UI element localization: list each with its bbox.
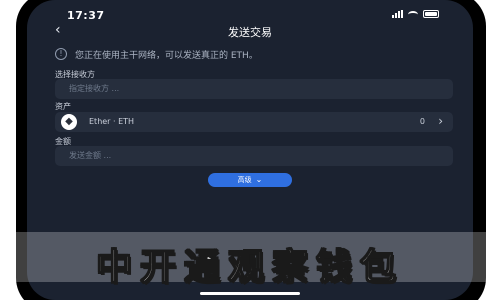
chevron-right-icon: › (438, 114, 443, 128)
wifi-icon (408, 11, 418, 18)
asset-balance: 0 (419, 117, 425, 126)
info-icon: ! (55, 48, 67, 60)
home-indicator (200, 292, 300, 295)
advanced-button[interactable]: 高级 ⌄ (208, 173, 292, 187)
overlay-caption: 中开通观察钱包 (95, 245, 404, 289)
screen-header: ‹ 发送交易 (27, 22, 473, 42)
chevron-down-icon: ⌄ (255, 175, 263, 184)
image-canvas: 17:37 ‹ 发送交易 ! 您正在使用主干网络，可以发送真正的 ETH。 选择… (0, 0, 500, 300)
status-time: 17:37 (67, 9, 105, 22)
asset-selector[interactable]: ◆ Ether · ETH 0 › (55, 112, 453, 132)
recipient-input[interactable]: 指定接收方 ... (55, 79, 453, 99)
battery-icon (423, 10, 439, 18)
battery-fill (425, 12, 437, 16)
notice-text: 您正在使用主干网络，可以发送真正的 ETH。 (75, 50, 258, 61)
amount-input[interactable]: 发送金额 ... (55, 146, 453, 166)
status-icons (392, 10, 439, 18)
advanced-label: 高级 (237, 176, 252, 184)
page-title: 发送交易 (228, 26, 272, 39)
asset-name: Ether · ETH (89, 117, 135, 126)
asset-label: 资产 (55, 102, 71, 111)
signal-icon (392, 10, 403, 18)
network-notice: ! 您正在使用主干网络，可以发送真正的 ETH。 (55, 44, 451, 64)
ethereum-icon: ◆ (61, 114, 77, 130)
